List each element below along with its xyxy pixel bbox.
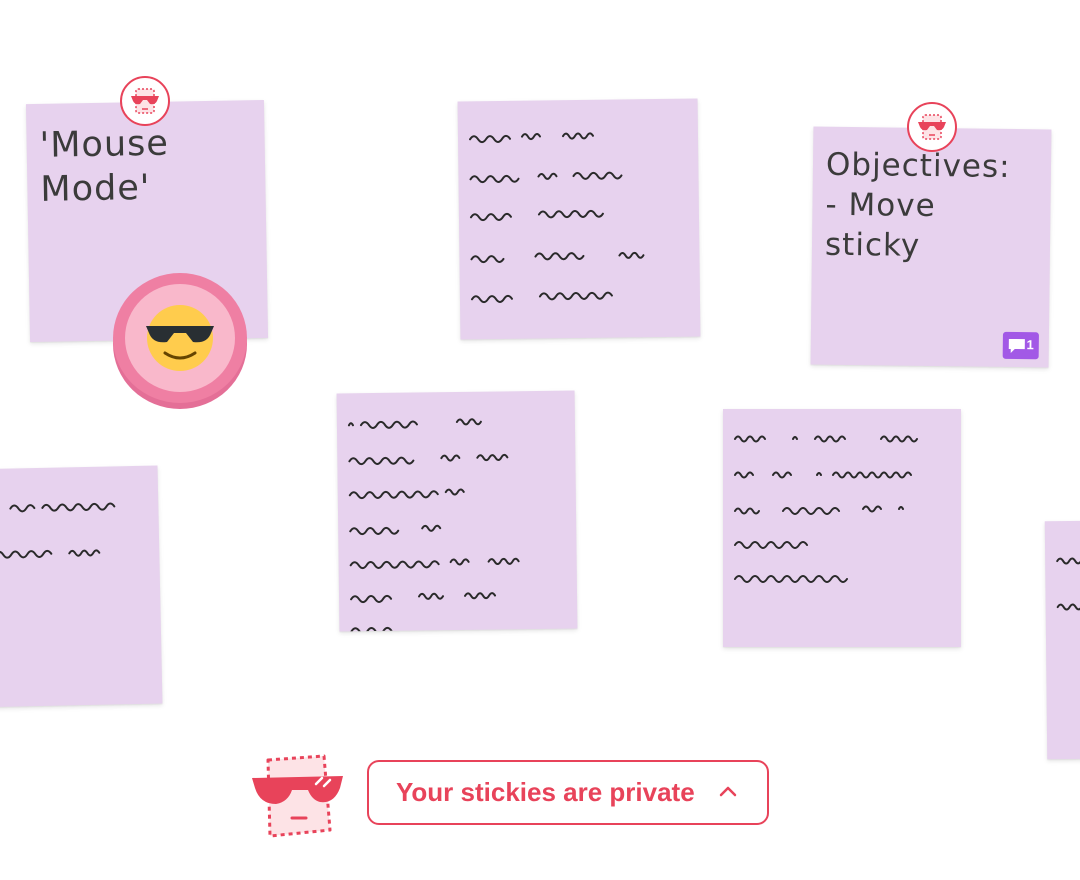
sticky-note[interactable] (0, 465, 163, 709)
sticky-note[interactable] (723, 409, 961, 647)
comment-count-badge[interactable]: 1 (1002, 331, 1039, 360)
handwriting-scribble (469, 132, 645, 304)
sticky-note[interactable] (457, 98, 701, 340)
comment-icon (1008, 338, 1025, 353)
handwriting-scribble (1056, 557, 1080, 611)
sticky-note[interactable] (336, 390, 578, 632)
private-button-label: Your stickies are private (396, 777, 695, 807)
sticky-note[interactable] (1044, 518, 1080, 760)
owner-avatar-icon (907, 102, 957, 152)
comment-count: 1 (1026, 337, 1034, 353)
cool-sunglasses-emoji-icon (113, 271, 247, 409)
sticky-text: 'Mouse Mode' (39, 123, 170, 210)
handwriting-scribble (347, 418, 520, 632)
sunglasses-sticky-mascot-icon (250, 752, 346, 845)
sticky-note-objectives[interactable]: Objectives: - Move sticky 1 (810, 126, 1052, 368)
owner-avatar-icon (120, 76, 170, 126)
handwriting-scribble (0, 502, 116, 559)
stickies-private-button[interactable]: Your stickies are private (367, 760, 769, 825)
sticky-text: Objectives: - Move sticky (824, 146, 1011, 264)
handwriting-scribble (734, 435, 918, 583)
chevron-up-icon (719, 786, 737, 797)
